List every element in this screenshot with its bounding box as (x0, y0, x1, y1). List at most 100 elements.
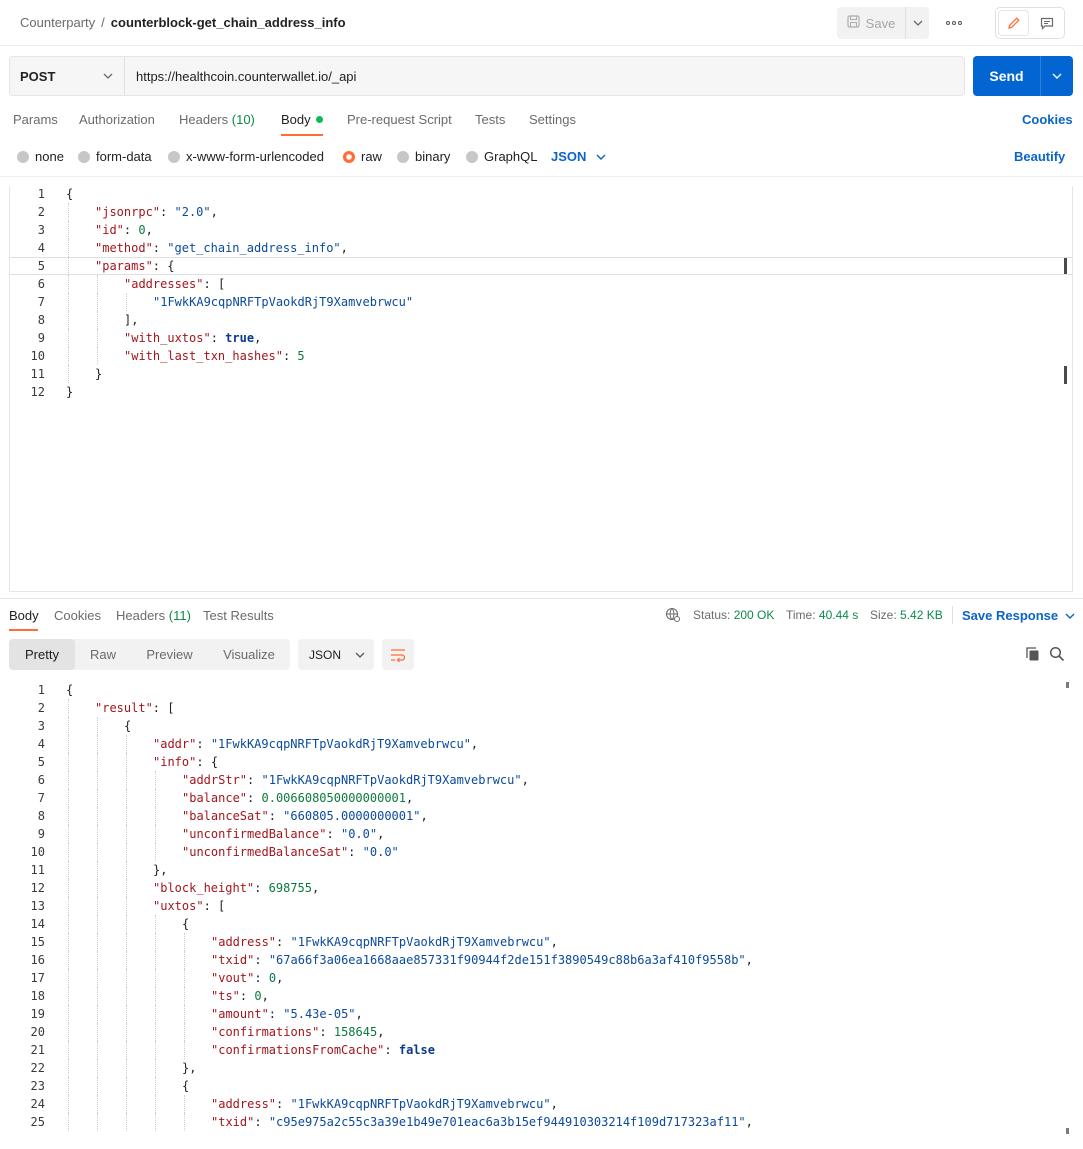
scrollbar-thumb[interactable] (1066, 682, 1069, 688)
copy-icon[interactable] (1025, 646, 1041, 665)
indent-guide (126, 1095, 127, 1113)
line-number: 4 (37, 737, 45, 751)
globe-icon[interactable] (665, 607, 681, 626)
tab-params[interactable]: Params (13, 112, 58, 127)
response-divider[interactable] (0, 598, 1083, 599)
indent-guide (97, 1095, 98, 1113)
response-format-select[interactable]: JSON (298, 639, 374, 670)
indent-guide (155, 771, 156, 789)
indent-guide (68, 1005, 69, 1023)
indent-guide (68, 365, 69, 383)
code-line: "confirmations": 158645, (211, 1025, 385, 1039)
code-line: }, (153, 863, 168, 877)
chevron-down-icon (355, 652, 365, 658)
more-options-button[interactable] (944, 14, 964, 32)
line-number: 24 (30, 1097, 45, 1111)
scrollbar-thumb[interactable] (1064, 258, 1067, 274)
indent-guide (68, 861, 69, 879)
view-preview[interactable]: Preview (131, 639, 208, 670)
body-format-select[interactable]: JSON (551, 149, 606, 164)
line-number: 1 (37, 187, 45, 201)
code-line: { (182, 1079, 190, 1093)
indent-guide (126, 1059, 127, 1077)
tab-tests[interactable]: Tests (475, 112, 505, 127)
body-type-raw[interactable]: raw (343, 149, 382, 164)
indent-guide (68, 753, 69, 771)
indent-guide (155, 843, 156, 861)
method-select[interactable]: POST (9, 56, 125, 96)
indent-guide (97, 879, 98, 897)
line-number: 5 (37, 755, 45, 769)
tab-count: (10) (231, 112, 255, 127)
code-line: "balanceSat": "660805.0000000001", (182, 809, 428, 823)
indent-guide (126, 969, 127, 987)
indent-guide (68, 789, 69, 807)
resp-tab-headers[interactable]: Headers (11) (116, 608, 191, 623)
indent-guide (68, 897, 69, 915)
send-dropdown-button[interactable] (1040, 56, 1073, 96)
code-line: "with_last_txn_hashes": 5 (124, 349, 305, 363)
indent-guide (126, 771, 127, 789)
response-size: Size: 5.42 KB (870, 608, 943, 622)
comments-mode-button[interactable] (1032, 11, 1061, 35)
send-button[interactable]: Send (973, 56, 1040, 96)
line-number: 19 (30, 1007, 45, 1021)
modified-dot-icon (315, 116, 323, 123)
active-tab-indicator (281, 134, 323, 136)
breadcrumb-collection[interactable]: Counterparty (20, 15, 95, 30)
resp-tab-body[interactable]: Body (9, 608, 39, 623)
editor-divider (0, 176, 1083, 177)
indent-guide (97, 915, 98, 933)
code-line: "vout": 0, (211, 971, 284, 985)
body-type-graphql[interactable]: GraphQL (466, 149, 537, 164)
tab-body[interactable]: Body (281, 112, 323, 127)
indent-guide (68, 311, 69, 329)
code-line: "confirmationsFromCache": false (211, 1043, 435, 1057)
scrollbar-marker (1066, 1128, 1069, 1134)
line-number: 14 (30, 917, 45, 931)
view-raw[interactable]: Raw (75, 639, 131, 670)
save-button[interactable]: Save (837, 7, 905, 39)
radio-icon (397, 150, 409, 163)
cookies-link[interactable]: Cookies (1022, 112, 1073, 127)
indent-guide (68, 915, 69, 933)
tab-authorization[interactable]: Authorization (79, 112, 155, 127)
body-type-form-data[interactable]: form-data (78, 149, 152, 164)
beautify-button[interactable]: Beautify (1014, 149, 1065, 164)
search-icon[interactable] (1049, 646, 1065, 665)
code-line: "unconfirmedBalance": "0.0", (182, 827, 385, 841)
indent-guide (126, 951, 127, 969)
response-body-viewer[interactable]: 1 {2 "result": [3 {4 "addr": "1FwkKA9cqpNRFT… (0, 680, 1083, 1136)
tab-headers[interactable]: Headers (10) (179, 112, 255, 127)
edit-mode-button[interactable] (999, 11, 1028, 35)
time-label: Time: (786, 608, 816, 622)
body-type-urlencoded[interactable]: x-www-form-urlencoded (168, 149, 324, 164)
tab-pre-request-script[interactable]: Pre-request Script (347, 112, 452, 127)
request-name[interactable]: counterblock-get_chain_address_info (111, 15, 346, 30)
indent-guide (68, 1095, 69, 1113)
view-visualize[interactable]: Visualize (208, 639, 290, 670)
line-number: 4 (37, 241, 45, 255)
tab-label: Params (13, 112, 58, 127)
tab-settings[interactable]: Settings (529, 112, 576, 127)
save-dropdown-button[interactable] (905, 7, 929, 39)
body-type-none[interactable]: none (17, 149, 64, 164)
body-type-binary[interactable]: binary (397, 149, 450, 164)
url-input[interactable]: https://healthcoin.counterwallet.io/_api (124, 56, 965, 96)
indent-guide (126, 825, 127, 843)
indent-guide (68, 347, 69, 365)
radio-icon (466, 150, 478, 163)
resp-tab-cookies[interactable]: Cookies (54, 608, 101, 623)
indent-guide (68, 717, 69, 735)
save-response-button[interactable]: Save Response (962, 608, 1075, 623)
tab-label: Cookies (54, 608, 101, 623)
wrap-lines-button[interactable] (382, 639, 414, 670)
line-number: 23 (30, 1079, 45, 1093)
size-label: Size: (870, 608, 897, 622)
resp-tab-test-results[interactable]: Test Results (203, 608, 274, 623)
indent-guide (97, 969, 98, 987)
view-pretty[interactable]: Pretty (9, 639, 75, 670)
line-number: 3 (37, 719, 45, 733)
indent-guide (68, 239, 69, 257)
indent-guide (126, 1077, 127, 1095)
